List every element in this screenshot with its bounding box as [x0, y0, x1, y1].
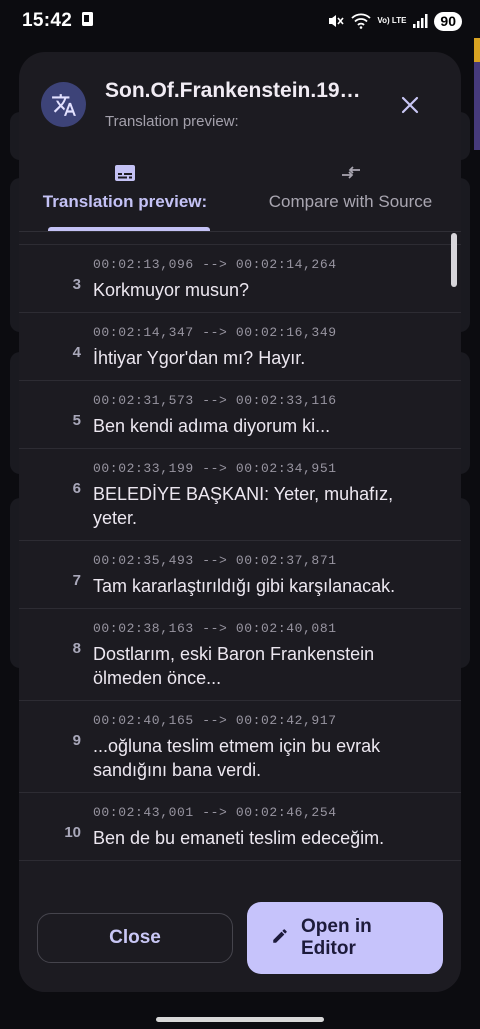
- status-time: 15:42: [22, 10, 73, 31]
- subtitle-entry: 7 00:02:35,493 --> 00:02:37,871 Tam kara…: [19, 541, 461, 609]
- tab-bar: Translation preview: Compare with Source: [19, 156, 461, 232]
- subtitles-icon: [115, 162, 135, 184]
- entry-timestamp: 00:02:43,001 --> 00:02:46,254: [93, 805, 337, 820]
- edit-pencil-icon: [271, 927, 289, 950]
- entry-text: Ben kendi adıma diyorum ki...: [93, 416, 331, 436]
- subtitle-entry: 3 00:02:13,096 --> 00:02:14,264 Korkmuyo…: [19, 244, 461, 313]
- entry-number: 8: [72, 640, 81, 657]
- entry-number: 4: [72, 344, 81, 361]
- background-accent-strip: [474, 62, 480, 150]
- entry-text: Tam kararlaştırıldığı gibi karşılanacak.: [93, 576, 396, 596]
- subtitle-entry: 6 00:02:33,199 --> 00:02:34,951 BELEDİYE…: [19, 449, 461, 541]
- entry-text: BELEDİYE BAŞKANI: Yeter, muhafız, yeter.: [93, 484, 394, 528]
- tab-label: Translation preview:: [42, 192, 208, 211]
- subtitle-list[interactable]: 3 00:02:13,096 --> 00:02:14,264 Korkmuyo…: [19, 244, 461, 894]
- entry-number: 6: [72, 480, 81, 497]
- close-icon[interactable]: [395, 90, 425, 120]
- translation-preview-dialog: Son.Of.Frankenstein.19… Translation prev…: [19, 52, 461, 992]
- wifi-icon: [351, 13, 372, 29]
- entry-text: Dostlarım, eski Baron Frankenstein ölmed…: [93, 644, 375, 688]
- status-bar: 15:42 Vo) LTE 90: [0, 0, 480, 42]
- subtitle-entry: 10 00:02:43,001 --> 00:02:46,254 Ben de …: [19, 793, 461, 861]
- open-in-editor-button[interactable]: Open in Editor: [247, 902, 443, 974]
- translate-icon: [41, 82, 86, 127]
- entry-number: 5: [72, 412, 81, 429]
- entry-timestamp: 00:02:14,347 --> 00:02:16,349: [93, 325, 337, 340]
- dialog-header: Son.Of.Frankenstein.19… Translation prev…: [19, 52, 461, 152]
- list-scrollbar[interactable]: [451, 233, 457, 287]
- open-in-editor-label: Open in Editor: [301, 916, 372, 959]
- subtitle-entry: 5 00:02:31,573 --> 00:02:33,116 Ben kend…: [19, 381, 461, 449]
- entry-number: 10: [64, 824, 81, 841]
- background-accent-strip: [474, 38, 480, 62]
- entry-text: Ben de bu emaneti teslim edeceğim.: [93, 828, 385, 848]
- entry-text: Korkmuyor musun?: [93, 280, 250, 300]
- entry-timestamp: 00:02:38,163 --> 00:02:40,081: [93, 621, 337, 636]
- subtitle-entry: 9 00:02:40,165 --> 00:02:42,917 ...oğlun…: [19, 701, 461, 793]
- tab-label: Compare with Source: [268, 192, 433, 211]
- entry-number: 9: [72, 732, 81, 749]
- notification-app-icon: [80, 11, 96, 32]
- mute-icon: [327, 13, 345, 29]
- subtitle-entry: 8 00:02:38,163 --> 00:02:40,081 Dostları…: [19, 609, 461, 701]
- compare-arrows-icon: [341, 162, 361, 184]
- signal-icon: [412, 13, 428, 29]
- entry-timestamp: 00:02:33,199 --> 00:02:34,951: [93, 461, 337, 476]
- dialog-title: Son.Of.Frankenstein.19…: [105, 79, 361, 102]
- tab-compare-with-source[interactable]: Compare with Source: [253, 156, 448, 232]
- battery-indicator: 90: [434, 11, 462, 31]
- entry-timestamp: 00:02:35,493 --> 00:02:37,871: [93, 553, 337, 568]
- entry-timestamp: 00:02:31,573 --> 00:02:33,116: [93, 393, 337, 408]
- entry-text: ...oğluna teslim etmem için bu evrak san…: [93, 736, 381, 780]
- tab-translation-preview[interactable]: Translation preview:: [39, 156, 211, 232]
- entry-number: 7: [72, 572, 81, 589]
- close-button[interactable]: Close: [37, 913, 233, 963]
- entry-timestamp: 00:02:40,165 --> 00:02:42,917: [93, 713, 337, 728]
- selected-tab-indicator: [48, 227, 210, 231]
- dialog-footer: Close Open in Editor: [19, 894, 461, 992]
- entry-text: İhtiyar Ygor'dan mı? Hayır.: [93, 348, 306, 368]
- dialog-subtitle: Translation preview:: [105, 113, 239, 130]
- subtitle-entry-partial: [19, 861, 461, 894]
- gesture-nav-handle[interactable]: [156, 1017, 324, 1022]
- subtitle-entry: 4 00:02:14,347 --> 00:02:16,349 İhtiyar …: [19, 313, 461, 381]
- network-type-label: Vo) LTE: [377, 16, 407, 25]
- entry-timestamp: 00:02:13,096 --> 00:02:14,264: [93, 257, 337, 272]
- entry-number: 3: [72, 276, 81, 293]
